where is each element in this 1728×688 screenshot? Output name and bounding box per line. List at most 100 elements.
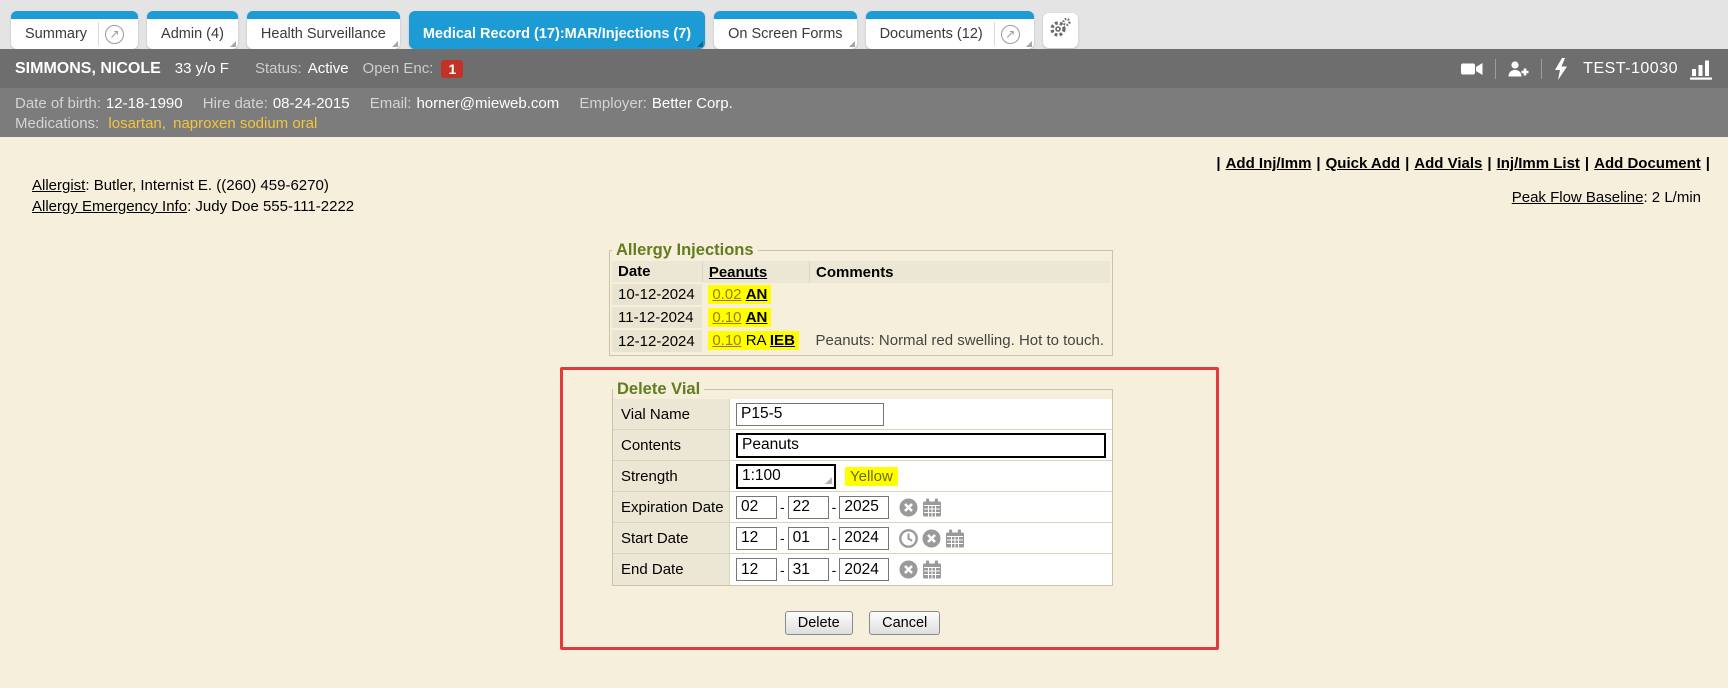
injection-date: 10-12-2024 bbox=[612, 283, 702, 306]
patient-id: TEST-10030 bbox=[1583, 60, 1678, 78]
dob-value: 12-18-1990 bbox=[106, 95, 183, 112]
add-document-link[interactable]: Add Document bbox=[1594, 155, 1701, 172]
contents-label: Contents bbox=[613, 430, 730, 460]
expiration-month-input[interactable] bbox=[736, 496, 777, 519]
settings-gear-icon bbox=[1049, 17, 1071, 44]
vial-name-input[interactable] bbox=[736, 403, 884, 426]
tab-on-screen-forms-label: On Screen Forms bbox=[728, 26, 842, 42]
allergist-link[interactable]: Allergist bbox=[32, 177, 85, 194]
injection-date: 12-12-2024 bbox=[612, 329, 702, 352]
quick-add-link[interactable]: Quick Add bbox=[1326, 155, 1400, 172]
clear-date-icon[interactable] bbox=[922, 529, 941, 548]
cancel-button[interactable]: Cancel bbox=[869, 611, 940, 635]
add-vials-link[interactable]: Add Vials bbox=[1414, 155, 1482, 172]
peanuts-column-header-link[interactable]: Peanuts bbox=[709, 264, 767, 281]
expiration-day-input[interactable] bbox=[788, 496, 829, 519]
dose-highlight: 0.10 RA IEB bbox=[708, 331, 799, 350]
link-separator: | bbox=[1216, 155, 1220, 172]
medication-link-losartan[interactable]: losartan bbox=[108, 115, 161, 132]
injection-comment bbox=[810, 283, 1110, 306]
inj-imm-list-link[interactable]: Inj/Imm List bbox=[1497, 155, 1580, 172]
popout-icon[interactable]: ↗ bbox=[105, 25, 124, 44]
peak-flow-baseline-value: : 2 L/min bbox=[1643, 189, 1701, 206]
allergy-injections-legend: Allergy Injections bbox=[612, 241, 758, 260]
quick-links-bar: |Add Inj/Imm|Quick Add|Add Vials|Inj/Imm… bbox=[1211, 155, 1715, 172]
calendar-picker-icon[interactable] bbox=[922, 560, 942, 579]
dose-link[interactable]: 0.10 bbox=[712, 309, 741, 326]
date-column-header: Date bbox=[612, 261, 702, 283]
end-date-label: End Date bbox=[613, 554, 730, 585]
tab-admin-label: Admin (4) bbox=[161, 26, 224, 42]
delete-button[interactable]: Delete bbox=[785, 611, 853, 635]
dose-link[interactable]: 0.02 bbox=[712, 286, 741, 303]
tab-health-surveillance[interactable]: Health Surveillance bbox=[247, 11, 400, 49]
icon-divider bbox=[1541, 59, 1542, 79]
demographics-line: Date of birth:12-18-1990 Hire date:08-24… bbox=[15, 94, 1713, 114]
contents-row: Contents bbox=[613, 430, 1112, 461]
end-year-input[interactable] bbox=[839, 558, 889, 581]
time-clock-icon[interactable] bbox=[899, 529, 918, 548]
tab-medical-record[interactable]: Medical Record (17):MAR/Injections (7) bbox=[409, 11, 705, 49]
contents-input[interactable] bbox=[736, 433, 1106, 458]
clear-date-icon[interactable] bbox=[899, 560, 918, 579]
flowsheet-chart-icon[interactable] bbox=[1689, 58, 1713, 80]
popout-icon[interactable]: ↗ bbox=[1001, 25, 1020, 44]
clear-date-icon[interactable] bbox=[899, 498, 918, 517]
calendar-picker-icon[interactable] bbox=[922, 498, 942, 517]
start-day-input[interactable] bbox=[788, 527, 829, 550]
tab-admin[interactable]: Admin (4) bbox=[147, 11, 238, 49]
employer-label: Employer: bbox=[579, 95, 647, 112]
tab-divider bbox=[98, 22, 99, 46]
add-person-icon[interactable] bbox=[1507, 58, 1530, 80]
start-year-input[interactable] bbox=[839, 527, 889, 550]
status-label: Status: bbox=[255, 60, 302, 77]
injection-comment: Peanuts: Normal red swelling. Hot to tou… bbox=[810, 329, 1110, 352]
peak-flow-baseline: Peak Flow Baseline: 2 L/min bbox=[1512, 189, 1701, 206]
injection-date: 11-12-2024 bbox=[612, 306, 702, 329]
vial-name-row: Vial Name bbox=[613, 399, 1112, 430]
expiration-date-row: Expiration Date - - bbox=[613, 492, 1112, 523]
content-area: |Add Inj/Imm|Quick Add|Add Vials|Inj/Imm… bbox=[0, 137, 1728, 688]
dose-highlight: 0.02 AN bbox=[708, 285, 771, 304]
tab-health-surveillance-label: Health Surveillance bbox=[261, 26, 386, 42]
settings-button[interactable] bbox=[1043, 13, 1078, 48]
link-separator: | bbox=[1585, 155, 1589, 172]
reaction-code-link[interactable]: IEB bbox=[770, 332, 795, 349]
end-day-input[interactable] bbox=[788, 558, 829, 581]
link-separator: | bbox=[1316, 155, 1320, 172]
injection-row: 12-12-2024 0.10 RA IEB Peanuts: Normal r… bbox=[612, 329, 1110, 352]
webchart-screen: Summary ↗ Admin (4) Health Surveillance … bbox=[0, 0, 1728, 688]
strength-input[interactable] bbox=[736, 464, 836, 489]
hire-date-label: Hire date: bbox=[203, 95, 268, 112]
lightning-bolt-icon[interactable] bbox=[1553, 58, 1569, 80]
peak-flow-baseline-link[interactable]: Peak Flow Baseline bbox=[1512, 189, 1644, 206]
end-month-input[interactable] bbox=[736, 558, 777, 581]
calendar-picker-icon[interactable] bbox=[945, 529, 965, 548]
dose-highlight: 0.10 AN bbox=[708, 308, 771, 327]
open-encounters-badge[interactable]: 1 bbox=[441, 60, 463, 78]
start-date-row: Start Date - - bbox=[613, 523, 1112, 554]
reaction-code-link[interactable]: AN bbox=[746, 309, 768, 326]
allergist-value: : Butler, Internist E. ((260) 459-6270) bbox=[85, 177, 328, 194]
tab-documents-label: Documents (12) bbox=[880, 26, 983, 42]
hire-date-value: 08-24-2015 bbox=[273, 95, 350, 112]
allergist-line: Allergist: Butler, Internist E. ((260) 4… bbox=[32, 175, 354, 196]
tab-documents[interactable]: Documents (12) ↗ bbox=[866, 11, 1034, 49]
video-camera-icon[interactable] bbox=[1460, 58, 1484, 80]
strength-input-wrap bbox=[736, 464, 836, 489]
link-separator: | bbox=[1487, 155, 1491, 172]
tab-summary[interactable]: Summary ↗ bbox=[11, 11, 138, 49]
medications-label: Medications: bbox=[15, 115, 99, 132]
add-inj-imm-link[interactable]: Add Inj/Imm bbox=[1226, 155, 1312, 172]
tab-medical-record-label: Medical Record (17):MAR/Injections (7) bbox=[423, 26, 691, 42]
dose-link[interactable]: 0.10 bbox=[712, 332, 741, 349]
start-month-input[interactable] bbox=[736, 527, 777, 550]
reaction-code-link[interactable]: AN bbox=[746, 286, 768, 303]
medication-link-naproxen[interactable]: naproxen sodium oral bbox=[173, 115, 317, 132]
tab-on-screen-forms[interactable]: On Screen Forms bbox=[714, 11, 856, 49]
medication-separator: , bbox=[162, 115, 166, 132]
date-separator: - bbox=[780, 499, 785, 515]
expiration-year-input[interactable] bbox=[839, 496, 889, 519]
allergy-emergency-info-link[interactable]: Allergy Emergency Info bbox=[32, 198, 187, 215]
employer-value: Better Corp. bbox=[652, 95, 733, 112]
